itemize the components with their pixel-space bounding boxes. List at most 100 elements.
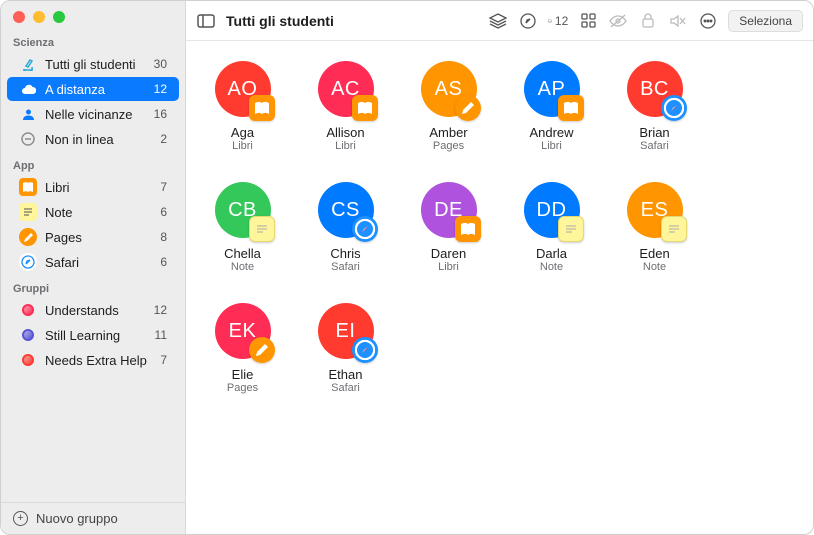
sidebar-item-count: 6: [160, 255, 167, 269]
avatar-wrap: AS: [421, 61, 477, 117]
pages-badge-icon: [455, 95, 481, 121]
new-group-label: Nuovo gruppo: [36, 511, 118, 526]
sidebar-item-count: 11: [155, 328, 167, 342]
student-item[interactable]: AOAgaLibri: [196, 61, 289, 152]
minimize-window-button[interactable]: [33, 11, 45, 23]
sidebar-item[interactable]: Safari6: [7, 250, 179, 274]
student-name: Eden: [639, 246, 669, 261]
sidebar-item-count: 7: [160, 180, 167, 194]
inbox-count: 12: [555, 14, 568, 28]
avatar-wrap: AO: [215, 61, 271, 117]
student-item[interactable]: ASAmberPages: [402, 61, 495, 152]
avatar-wrap: ES: [627, 182, 683, 238]
compass-icon[interactable]: [518, 11, 538, 31]
inbox-icon[interactable]: 12: [548, 11, 568, 31]
toolbar: Tutti gli studenti 12: [186, 1, 813, 41]
sidebar-item[interactable]: Non in linea2: [7, 127, 179, 151]
student-name: Aga: [231, 125, 254, 140]
select-button[interactable]: Seleziona: [728, 10, 803, 32]
libri-badge-icon: [455, 216, 481, 242]
note-icon: [19, 203, 37, 221]
minus-circle-icon: [19, 130, 37, 148]
avatar-wrap: DD: [524, 182, 580, 238]
student-item[interactable]: CBChellaNote: [196, 182, 289, 273]
sidebar-item-count: 2: [160, 132, 167, 146]
sidebar-item-count: 7: [160, 353, 167, 367]
student-item[interactable]: AP AndrewLibri: [505, 61, 598, 152]
speaker-off-icon[interactable]: [668, 11, 688, 31]
new-group-button[interactable]: + Nuovo gruppo: [1, 502, 185, 534]
libri-badge-icon: [558, 95, 584, 121]
sidebar-item[interactable]: A distanza12: [7, 77, 179, 101]
student-item[interactable]: EKEliePages: [196, 303, 289, 394]
sidebar-item[interactable]: Tutti gli studenti30: [7, 52, 179, 76]
student-app-label: Note: [540, 261, 563, 273]
avatar-wrap: CS: [318, 182, 374, 238]
student-grid: AOAgaLibriACAllisonLibriASAmberPagesAPAn…: [186, 41, 813, 414]
sidebar-item-count: 8: [160, 230, 167, 244]
sidebar-item[interactable]: Still Learning11: [7, 323, 179, 347]
student-name: Elie: [232, 367, 254, 382]
sidebar: ScienzaTutti gli studenti30A distanza12N…: [1, 1, 186, 534]
student-app-label: Note: [643, 261, 666, 273]
libri-badge-icon: [352, 95, 378, 121]
toggle-sidebar-icon[interactable]: [196, 11, 216, 31]
lock-icon[interactable]: [638, 11, 658, 31]
sidebar-item[interactable]: Pages8: [7, 225, 179, 249]
app-window: ScienzaTutti gli studenti30A distanza12N…: [0, 0, 814, 535]
safari-badge-icon: [352, 337, 378, 363]
student-name: Daren: [431, 246, 466, 261]
student-item[interactable]: EIEthanSafari: [299, 303, 392, 394]
sidebar-item-label: Still Learning: [45, 328, 155, 343]
sidebar-item-count: 16: [154, 107, 167, 121]
student-name: Andrew: [529, 125, 573, 140]
more-icon[interactable]: [698, 11, 718, 31]
sidebar-item[interactable]: Note6: [7, 200, 179, 224]
sidebar-item-count: 30: [154, 57, 167, 71]
sidebar-item[interactable]: Needs Extra Help7: [7, 348, 179, 372]
page-title: Tutti gli studenti: [226, 13, 334, 29]
note-badge-icon: [249, 216, 275, 242]
safari-badge-icon: [352, 216, 378, 242]
sidebar-item[interactable]: Nelle vicinanze16: [7, 102, 179, 126]
sidebar-item[interactable]: Libri7: [7, 175, 179, 199]
sidebar-item-label: Note: [45, 205, 160, 220]
student-item[interactable]: DEDarenLibri: [402, 182, 495, 273]
student-app-label: Safari: [331, 261, 360, 273]
avatar-wrap: EK: [215, 303, 271, 359]
sidebar-item-label: Tutti gli studenti: [45, 57, 154, 72]
student-name: Brian: [639, 125, 669, 140]
avatar-wrap: DE: [421, 182, 477, 238]
eye-off-icon[interactable]: [608, 11, 628, 31]
sidebar-section-title: Gruppi: [1, 275, 185, 297]
sidebar-item-label: Needs Extra Help: [45, 353, 160, 368]
student-item[interactable]: CSChrisSafari: [299, 182, 392, 273]
student-item[interactable]: BCBrianSafari: [608, 61, 701, 152]
sidebar-item[interactable]: Understands12: [7, 298, 179, 322]
student-item[interactable]: ACAllisonLibri: [299, 61, 392, 152]
student-app-label: Libri: [335, 140, 356, 152]
cloud-icon: [19, 80, 37, 98]
student-item[interactable]: ES EdenNote: [608, 182, 701, 273]
grid-icon[interactable]: [578, 11, 598, 31]
student-app-label: Libri: [541, 140, 562, 152]
sidebar-section-title: Scienza: [1, 29, 185, 51]
note-badge-icon: [661, 216, 687, 242]
student-name: Darla: [536, 246, 567, 261]
compass-icon: [19, 253, 37, 271]
sidebar-item-count: 6: [160, 205, 167, 219]
sidebar-item-label: Nelle vicinanze: [45, 107, 154, 122]
sidebar-item-label: A distanza: [45, 82, 154, 97]
layers-icon[interactable]: [488, 11, 508, 31]
microscope-icon: [19, 55, 37, 73]
group-dot-icon: [19, 351, 37, 369]
book-icon: [19, 178, 37, 196]
fullscreen-window-button[interactable]: [53, 11, 65, 23]
close-window-button[interactable]: [13, 11, 25, 23]
avatar-wrap: EI: [318, 303, 374, 359]
avatar-wrap: AP: [524, 61, 580, 117]
pages-badge-icon: [249, 337, 275, 363]
student-item[interactable]: DD DarlaNote: [505, 182, 598, 273]
note-badge-icon: [558, 216, 584, 242]
sidebar-section-title: App: [1, 152, 185, 174]
